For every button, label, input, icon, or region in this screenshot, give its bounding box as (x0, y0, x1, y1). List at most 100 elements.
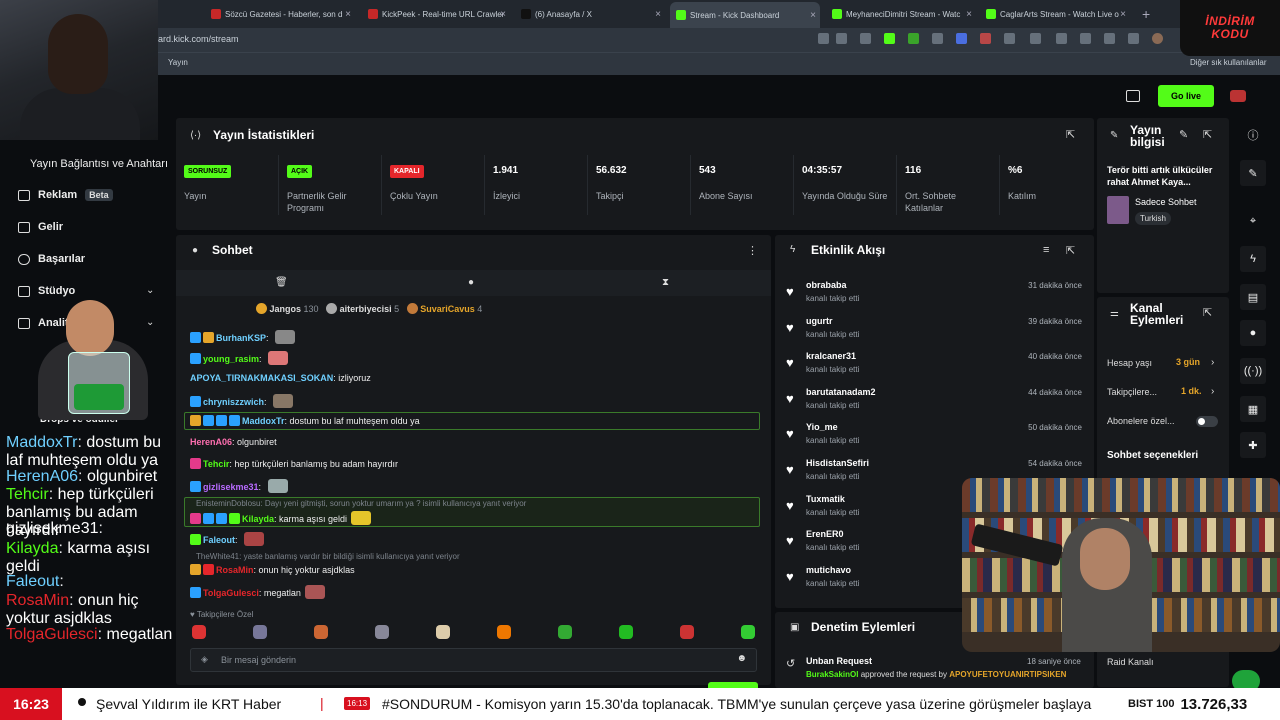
extension-icon[interactable] (908, 33, 919, 44)
emote-icon[interactable] (253, 625, 267, 639)
chat-username[interactable]: Faleout (203, 535, 235, 545)
chevron-down-icon[interactable]: ⌄ (146, 285, 154, 296)
extension-icon[interactable] (1004, 33, 1015, 44)
edit-icon[interactable]: ✎ (1179, 128, 1188, 141)
favorites-icon[interactable] (1056, 33, 1067, 44)
emote-icon[interactable] (375, 625, 389, 639)
wrench-icon[interactable]: ✚ (1240, 432, 1266, 458)
follower-name[interactable]: barutatanadam2 (806, 387, 876, 397)
browser-tab[interactable]: CaglarArts Stream - Watch Live o × (980, 4, 1130, 24)
close-tab-icon[interactable]: × (500, 9, 506, 20)
go-live-button[interactable]: Go live (1158, 85, 1214, 107)
star-icon[interactable] (836, 33, 847, 44)
emote-icon[interactable] (680, 625, 694, 639)
emote-icon[interactable] (558, 625, 572, 639)
browser-tab[interactable]: Sözcü Gazetesi - Haberler, son d × (205, 4, 355, 24)
nav-item-achievements[interactable]: Başarılar (18, 253, 85, 265)
emote-icon[interactable] (741, 625, 755, 639)
popout-icon[interactable]: ⇱ (1066, 128, 1075, 141)
popout-icon[interactable]: ⇱ (1066, 244, 1075, 257)
chat-username[interactable]: APOYA_TIRNAKMAKASI_SOKAN (190, 373, 333, 383)
reader-icon[interactable] (818, 33, 829, 44)
follower-name[interactable]: Yio_me (806, 422, 838, 432)
mod-target[interactable]: APOYUFETOYUANIRTIPSIKEN (949, 670, 1066, 679)
document-icon[interactable]: ▤ (1240, 284, 1266, 310)
browser-tab[interactable]: MeyhaneciDimitri Stream - Watc × (826, 4, 976, 24)
browser-tab[interactable]: Stream - Kick Dashboard × (670, 2, 820, 28)
chat-username[interactable]: Tehcir (203, 459, 229, 469)
emoji-icon[interactable]: ☻ (736, 653, 747, 664)
emote-icon[interactable] (314, 625, 328, 639)
chat-username[interactable]: chryniszzwich (203, 397, 264, 407)
subs-only-toggle[interactable] (1196, 416, 1218, 427)
edit-icon[interactable]: ✎ (1240, 160, 1266, 186)
puzzle-icon[interactable] (1128, 33, 1139, 44)
chat-username[interactable]: young_rasim (203, 354, 259, 364)
extension-icon[interactable] (932, 33, 943, 44)
chevron-right-icon[interactable]: › (1211, 357, 1214, 368)
chat-username[interactable]: gizlisekme31 (203, 482, 259, 492)
extension-icon[interactable] (980, 33, 991, 44)
nav-item-ads[interactable]: Reklam Beta (18, 189, 113, 201)
extension-icon[interactable] (956, 33, 967, 44)
user-avatar[interactable] (1230, 90, 1246, 102)
chevron-right-icon[interactable]: › (1211, 386, 1214, 397)
chat-input[interactable]: ◈ Bir mesaj gönderin ☻ (190, 648, 757, 672)
lightning-icon[interactable]: ϟ (1240, 246, 1266, 272)
extension-icon[interactable] (884, 33, 895, 44)
chat-icon[interactable]: ● (1240, 320, 1266, 346)
chat-username[interactable]: BurhanKSP (216, 333, 266, 343)
chat-username[interactable]: Kilayda (242, 514, 274, 524)
follower-name[interactable]: Tuxmatik (806, 494, 845, 504)
display-icon[interactable] (1126, 90, 1140, 102)
follower-name[interactable]: mutichavo (806, 565, 851, 575)
info-icon[interactable]: ⓘ (1240, 122, 1266, 148)
chat-username[interactable]: RosaMin (216, 565, 254, 575)
browser-tab[interactable]: (6) Anasayfa / X × (515, 4, 665, 24)
bookmark-item[interactable]: Yayın (168, 58, 188, 67)
new-tab-button[interactable]: + (1142, 6, 1150, 22)
more-options-icon[interactable]: ⋮ (747, 244, 758, 257)
collections-icon[interactable] (1080, 33, 1091, 44)
nav-stream-key[interactable]: Yayın Bağlantısı ve Anahtarı (30, 158, 168, 170)
broadcast-icon[interactable]: ((·)) (1240, 358, 1266, 384)
follower-name[interactable]: HisdistanSefiri (806, 458, 869, 468)
profile-avatar[interactable] (1152, 33, 1163, 44)
slow-mode-icon[interactable]: ⧗ (662, 277, 669, 288)
mod-actor[interactable]: BurakSakinOl (806, 670, 858, 679)
follower-name[interactable]: ErenER0 (806, 529, 844, 539)
chat-username[interactable]: HerenA06 (190, 437, 232, 447)
filter-icon[interactable]: ≡ (1043, 244, 1049, 256)
trash-icon[interactable]: 🗑 (275, 277, 288, 288)
popout-icon[interactable]: ⇱ (1203, 306, 1212, 319)
close-tab-icon[interactable]: × (810, 10, 816, 21)
close-tab-icon[interactable]: × (655, 9, 661, 20)
raid-channel[interactable]: Raid Kanalı (1107, 657, 1154, 667)
close-tab-icon[interactable]: × (966, 9, 972, 20)
nav-item-studio[interactable]: Stüdyo (18, 285, 75, 297)
close-tab-icon[interactable]: × (345, 9, 351, 20)
emote-icon[interactable] (619, 625, 633, 639)
chat-mode-icon[interactable]: ● (468, 277, 474, 288)
follower-name[interactable]: kralcaner31 (806, 351, 856, 361)
nav-item-revenue[interactable]: Gelir (18, 221, 63, 233)
popout-icon[interactable]: ⇱ (1203, 128, 1212, 141)
layout-icon[interactable]: ▦ (1240, 396, 1266, 422)
emote-icon[interactable] (497, 625, 511, 639)
target-icon[interactable]: ⌖ (1240, 208, 1266, 234)
emote-icon[interactable] (192, 625, 206, 639)
chat-username[interactable]: TolgaGulesci (203, 588, 259, 598)
browser-tab[interactable]: KickPeek - Real-time URL Crawler × (362, 4, 510, 24)
follower-name[interactable]: ugurtr (806, 316, 833, 326)
heart-icon[interactable] (1104, 33, 1115, 44)
account-age-value[interactable]: 3 gün (1176, 357, 1200, 367)
follower-name[interactable]: obrababa (806, 280, 847, 290)
url-field[interactable]: ard.kick.com/stream (158, 34, 239, 44)
split-view-icon[interactable] (1030, 33, 1041, 44)
followers-only-value[interactable]: 1 dk. (1181, 386, 1202, 396)
close-tab-icon[interactable]: × (1120, 9, 1126, 20)
other-bookmarks[interactable]: Diğer sık kullanılanlar (1190, 58, 1266, 67)
emote-icon[interactable] (436, 625, 450, 639)
extension-icon[interactable] (860, 33, 871, 44)
chat-username[interactable]: MaddoxTr (242, 416, 285, 426)
